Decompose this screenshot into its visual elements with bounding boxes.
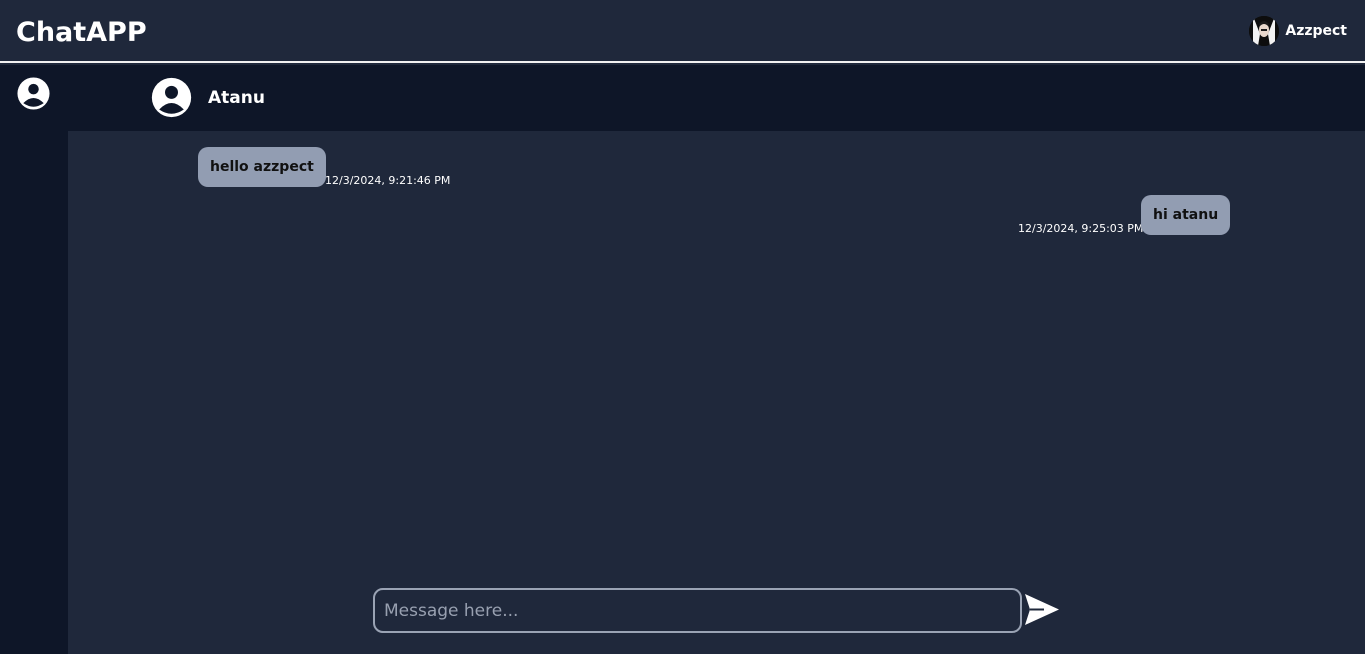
- message-timestamp: 12/3/2024, 9:25:03 PM: [1018, 222, 1144, 235]
- contacts-sidebar: [0, 65, 68, 654]
- contact-avatar-icon: [151, 77, 192, 118]
- app-title: ChatAPP: [16, 17, 147, 48]
- current-user-name[interactable]: Azzpect: [1285, 23, 1347, 39]
- message-bubble-incoming: hello azzpect: [198, 147, 326, 187]
- current-user-chip[interactable]: Azzpect: [1249, 16, 1347, 46]
- send-icon: [1024, 594, 1060, 629]
- top-navbar: ChatAPP Azzpect: [0, 0, 1365, 63]
- send-button[interactable]: [1024, 593, 1060, 628]
- message-input[interactable]: [373, 588, 1022, 633]
- message-bubble-outgoing: hi atanu: [1141, 195, 1231, 235]
- user-avatar[interactable]: [1249, 16, 1280, 46]
- account-circle-icon[interactable]: [16, 76, 51, 111]
- message-timestamp: 12/3/2024, 9:21:46 PM: [325, 174, 451, 187]
- contact-name: Atanu: [208, 88, 265, 108]
- chat-header: Atanu: [68, 65, 1365, 131]
